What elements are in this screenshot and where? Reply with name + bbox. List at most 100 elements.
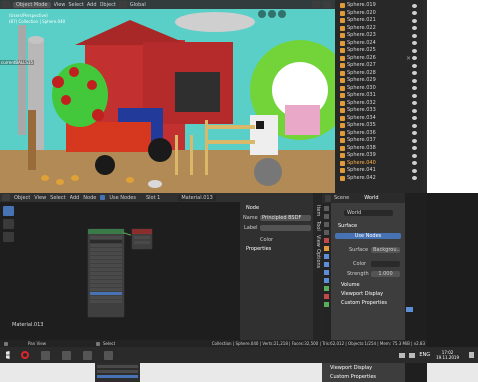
taskbar-clock[interactable]: 17:02 19.11.2019 xyxy=(436,350,459,360)
modifier-props-icon[interactable] xyxy=(324,254,329,259)
menu-add[interactable]: Add xyxy=(87,2,97,8)
outliner-row[interactable]: Sphere.029 xyxy=(335,77,405,85)
menu-view[interactable]: View xyxy=(54,2,66,8)
outliner-visibility-toggle[interactable] xyxy=(405,100,423,108)
node-editor-type-icon[interactable] xyxy=(2,194,10,201)
view-layer-props-icon[interactable] xyxy=(324,222,329,227)
outliner-row[interactable]: Sphere.028 xyxy=(335,70,405,78)
surface-section-header[interactable]: Surface xyxy=(338,223,357,229)
viewport[interactable]: Object Mode View Select Add Object Globa… xyxy=(0,0,335,193)
data-props-icon[interactable] xyxy=(324,286,329,291)
keyboard-language[interactable]: ENG xyxy=(419,352,430,358)
snap-icon[interactable] xyxy=(312,1,320,8)
tab-world[interactable]: World xyxy=(364,195,378,201)
node-menu-add[interactable]: Add xyxy=(70,195,80,201)
outliner-visibility-toggle[interactable] xyxy=(405,70,423,78)
lower-custom-properties-header[interactable]: Custom Properties xyxy=(330,374,376,380)
menu-select[interactable]: Select xyxy=(68,2,83,8)
outliner-visibility-toggle[interactable] xyxy=(405,160,423,168)
physics-props-icon[interactable] xyxy=(324,270,329,275)
outliner-visibility-toggle[interactable] xyxy=(405,122,423,130)
properties-editor-icon[interactable] xyxy=(325,194,331,202)
slot-dropdown[interactable]: Slot 1 xyxy=(146,195,160,201)
node-label-field[interactable] xyxy=(260,225,311,231)
node-menu-select[interactable]: Select xyxy=(50,195,65,201)
taskbar-app-2-icon[interactable] xyxy=(62,350,71,360)
lower-viewport-display-header[interactable]: Viewport Display xyxy=(330,365,372,371)
outliner-row[interactable]: Sphere.019 xyxy=(335,2,405,10)
orientation-dropdown[interactable]: Global xyxy=(130,2,146,8)
world-props-icon[interactable] xyxy=(324,238,329,243)
node-color-section[interactable]: Color xyxy=(260,237,273,243)
outliner-row[interactable]: Sphere.039 xyxy=(335,152,405,160)
shading-solid-icon[interactable] xyxy=(323,1,331,8)
use-nodes-button[interactable]: Use Nodes xyxy=(335,233,401,239)
zoom-icon[interactable] xyxy=(258,10,266,18)
use-nodes-checkbox[interactable] xyxy=(100,195,106,200)
outliner-row[interactable]: Sphere.035 xyxy=(335,122,405,130)
outliner-row[interactable]: Sphere.033 xyxy=(335,107,405,115)
outliner-row[interactable]: Sphere.038 xyxy=(335,145,405,153)
outliner-row[interactable]: Sphere.037 xyxy=(335,137,405,145)
outliner[interactable]: Sphere.019 Sphere.020 Sphere.021 Sphere.022… xyxy=(335,0,405,193)
taskbar-app-3-icon[interactable] xyxy=(83,350,92,360)
outliner-visibility-toggle[interactable] xyxy=(405,47,423,55)
outliner-row[interactable]: Sphere.026 xyxy=(335,55,405,63)
world-name-field[interactable]: World xyxy=(344,210,393,216)
close-icon[interactable]: × xyxy=(406,56,412,62)
node-name-field[interactable]: Principled BSDF xyxy=(260,215,311,221)
notification-icon[interactable] xyxy=(469,352,474,358)
properties-scrollbar[interactable] xyxy=(405,193,427,340)
volume-icon[interactable] xyxy=(409,352,416,358)
network-icon[interactable] xyxy=(399,352,406,358)
node-sidebar-node-header[interactable]: Node xyxy=(246,205,259,211)
viewport-display-section-header[interactable]: Viewport Display xyxy=(341,291,383,297)
node-editor-canvas[interactable]: Material.013 xyxy=(0,202,240,340)
outliner-row[interactable]: Sphere.021 xyxy=(335,17,405,25)
taskbar-app-1-icon[interactable] xyxy=(41,350,50,360)
particles-props-icon[interactable] xyxy=(324,262,329,267)
color-swatch[interactable] xyxy=(371,261,400,267)
node-menu-view[interactable]: View xyxy=(34,195,46,201)
outliner-row[interactable]: Sphere.042 xyxy=(335,175,405,183)
outliner-row[interactable]: Sphere.031 xyxy=(335,92,405,100)
outliner-visibility-toggle[interactable] xyxy=(405,17,423,25)
sidebar-tab-options[interactable]: Options xyxy=(315,249,321,268)
outliner-row[interactable]: Sphere.032 xyxy=(335,100,405,108)
outliner-row[interactable]: Sphere.022 xyxy=(335,25,405,33)
scene-props-icon[interactable] xyxy=(324,230,329,235)
outliner-row[interactable]: Sphere.040 xyxy=(335,160,405,168)
material-props-icon[interactable] xyxy=(324,294,329,299)
outliner-visibility-toggle[interactable] xyxy=(405,62,423,70)
tab-scene[interactable]: Scene xyxy=(334,195,349,201)
node-menu-node[interactable]: Node xyxy=(83,195,96,201)
outliner-row[interactable]: Sphere.023 xyxy=(335,32,405,40)
outliner-visibility-toggle[interactable] xyxy=(405,10,423,18)
camera-icon[interactable] xyxy=(278,10,286,18)
outliner-visibility-toggle[interactable] xyxy=(405,107,423,115)
node-editor-object-dropdown[interactable]: Object xyxy=(14,195,30,201)
pan-icon[interactable] xyxy=(268,10,276,18)
volume-section-header[interactable]: Volume xyxy=(341,282,360,288)
outliner-row[interactable]: Sphere.030 xyxy=(335,85,405,93)
object-props-icon[interactable] xyxy=(324,246,329,251)
material-selector[interactable]: Material.013 xyxy=(178,194,216,201)
opera-taskbar-icon[interactable] xyxy=(21,351,29,359)
outliner-visibility-toggle[interactable] xyxy=(405,115,423,123)
outliner-visibility-toggle[interactable] xyxy=(405,175,423,183)
sidebar-tab-item[interactable]: Item xyxy=(315,205,321,216)
constraints-props-icon[interactable] xyxy=(324,278,329,283)
strength-field[interactable]: 1.000 xyxy=(371,271,400,277)
outliner-row[interactable]: Sphere.024 xyxy=(335,40,405,48)
outliner-row[interactable]: Sphere.041 xyxy=(335,167,405,175)
menu-object[interactable]: Object xyxy=(100,2,116,8)
texture-props-icon[interactable] xyxy=(324,302,329,307)
outliner-visibility-toggle[interactable] xyxy=(405,145,423,153)
render-props-icon[interactable] xyxy=(324,206,329,211)
editor-type-icon[interactable] xyxy=(2,1,10,8)
outliner-visibility-toggle[interactable] xyxy=(405,92,423,100)
outliner-visibility-toggle[interactable] xyxy=(405,152,423,160)
outliner-row[interactable]: Sphere.034 xyxy=(335,115,405,123)
surface-shader-field[interactable]: Backgrou... xyxy=(371,247,400,253)
nav-gizmo[interactable] xyxy=(258,10,292,20)
